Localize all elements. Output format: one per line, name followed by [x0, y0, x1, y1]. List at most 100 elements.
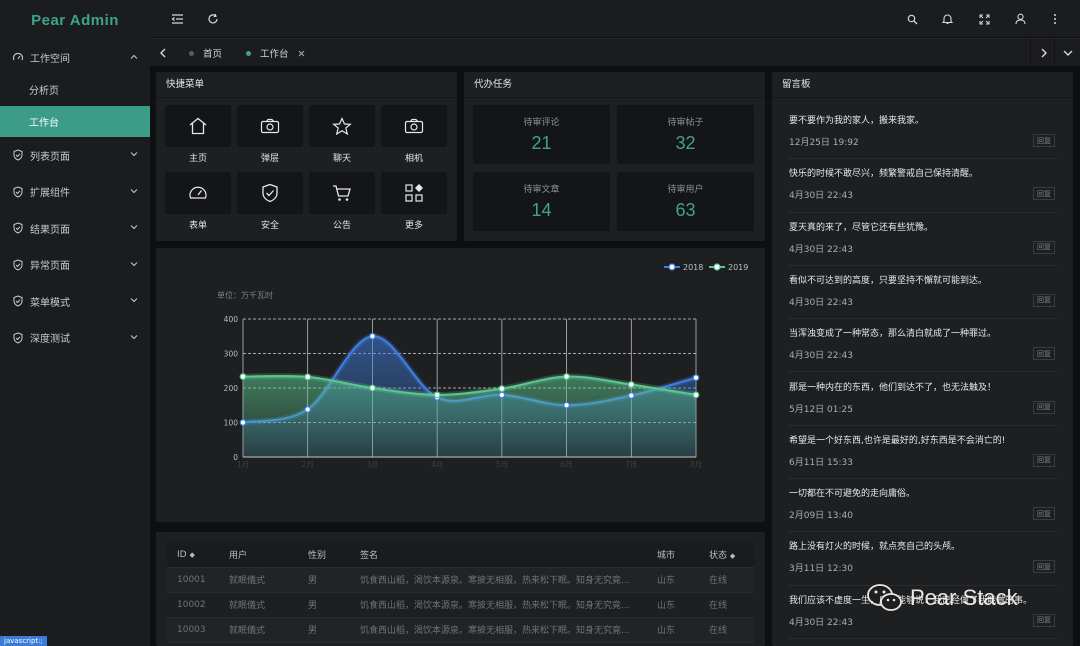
table-panel: ID ◆ 用户 性别 签名 城市 状态 ◆ 10001 就眠儀式 男 饥食西山稻…: [156, 532, 765, 646]
quick-item-home[interactable]: 主页: [165, 105, 231, 165]
reply-button[interactable]: 回复: [1033, 293, 1055, 307]
message-item: 那是一种内在的东西，他们到达不了，也无法触及！ 5月12日 01:25 回复: [787, 373, 1057, 426]
table-row[interactable]: 10001 就眠儀式 男 饥食西山稻，渴饮本源泉。寒披无相服，热来松下眠。知身无…: [167, 567, 754, 593]
message-item: 夏天真的来了，尽管它还有些犹豫。 4月30日 22:43 回复: [787, 213, 1057, 266]
column-header-user: 用户: [219, 543, 298, 568]
sidebar-item-analysis[interactable]: 分析页: [0, 74, 150, 106]
todo-count: 32: [675, 133, 696, 153]
tab-close-icon[interactable]: [298, 50, 305, 57]
cell-user: 就眠儀式: [219, 592, 298, 618]
message-text: 希望是一个好东西,也许是最好的,好东西是不会消亡的!: [789, 435, 1006, 446]
quick-item-camera[interactable]: 相机: [381, 105, 447, 165]
menu-collapse-icon[interactable]: [170, 12, 184, 26]
tab-label: 首页: [203, 49, 223, 60]
app-logo[interactable]: Pear Admin: [0, 0, 150, 40]
sidebar-item-list-pages[interactable]: 列表页面: [0, 137, 150, 174]
cell-gender: 男: [298, 617, 350, 643]
todo-card[interactable]: 待审文章 14: [473, 172, 610, 231]
reply-button[interactable]: 回复: [1033, 240, 1055, 254]
message-item: 一切都在不可避免的走向庸俗。 2月09日 13:40 回复: [787, 479, 1057, 533]
quick-item-layer[interactable]: 弹层: [237, 105, 303, 165]
chevron-down-icon: [130, 225, 138, 230]
reply-button[interactable]: 回复: [1033, 453, 1055, 467]
table-row[interactable]: 10003 就眠儀式 男 饥食西山稻，渴饮本源泉。寒披无相服，热来松下眠。知身无…: [167, 617, 754, 643]
message-text: 当浑浊变成了一种常态，那么清白就成了一种罪过。: [789, 329, 997, 340]
message-item: 看似不可达到的高度，只要坚持不懈就可能到达。 4月30日 22:43 回复: [787, 266, 1057, 320]
quick-item-label: 更多: [404, 221, 423, 231]
x-tick-label: 8月: [690, 460, 702, 469]
message-time: 4月30日 22:43: [789, 244, 853, 255]
todo-label: 待审帖子: [667, 118, 704, 128]
chart-panel: 单位：万千瓦时 0 100 200 300 400 1月 2月 3月 4月 5月 6月 7月 8月 2018…: [156, 248, 765, 522]
quick-item-more[interactable]: 更多: [381, 172, 447, 232]
sidebar-item-workbench[interactable]: 工作台: [0, 105, 150, 137]
tab-home[interactable]: 首页: [189, 39, 222, 67]
todo-card[interactable]: 待审帖子 32: [617, 105, 754, 164]
sort-icon[interactable]: ◆: [730, 552, 735, 560]
quick-menu-grid: 主页 弹层 聊天 相机 表单 安全 公告 更多: [165, 105, 447, 232]
data-point-2019: [692, 391, 700, 399]
tab-workbench[interactable]: 工作台: [246, 39, 305, 67]
chevron-right-icon: [1041, 48, 1047, 58]
sidebar-item-label: 分析页: [29, 86, 59, 98]
message-time: 5月12日 01:25: [789, 404, 853, 415]
message-item: 要不要作为我的家人，搬来我家。 12月25日 19:92 回复: [787, 106, 1057, 160]
tabs-scroll-right-button[interactable]: [1030, 39, 1056, 67]
cell-signature: 饥食西山稻，渴饮本源泉。寒披无相服，热来松下眠。知身无究竟...: [350, 617, 647, 643]
quick-item-form[interactable]: 表单: [165, 172, 231, 232]
cell-user: 就眠儀式: [219, 567, 298, 593]
bell-icon[interactable]: [940, 12, 954, 26]
todo-card[interactable]: 待审评论 21: [473, 105, 610, 164]
cell-status: 在线: [699, 592, 754, 618]
sidebar-item-extensions[interactable]: 扩展组件: [0, 174, 150, 211]
panel-title: 留言板: [772, 72, 1073, 98]
todo-count: 21: [531, 133, 552, 153]
sort-icon[interactable]: ◆: [189, 551, 194, 559]
quick-item-notice[interactable]: 公告: [309, 172, 375, 232]
sidebar-item-result-pages[interactable]: 结果页面: [0, 210, 150, 247]
message-text: 要不要作为我的家人，搬来我家。: [789, 116, 925, 126]
data-point-2019: [498, 385, 506, 393]
data-point-2018: [563, 401, 570, 409]
tab-status-dot: [189, 50, 194, 56]
x-tick-label: 6月: [560, 460, 572, 469]
more-icon[interactable]: [1048, 12, 1062, 26]
reply-button[interactable]: 回复: [1033, 400, 1055, 414]
quick-item-security[interactable]: 安全: [237, 172, 303, 232]
legend-label: 2018: [683, 263, 703, 272]
data-point-2018: [627, 392, 635, 399]
data-point-2018: [498, 391, 506, 399]
sidebar-item-menu-mode[interactable]: 菜单模式: [0, 283, 150, 320]
quick-item-label: 公告: [332, 221, 351, 231]
message-time: 2月09日 13:40: [789, 511, 853, 522]
sidebar-item-label: 扩展组件: [30, 188, 70, 200]
reply-button[interactable]: 回复: [1033, 613, 1055, 627]
chevron-down-icon: [130, 152, 138, 157]
reply-button[interactable]: 回复: [1033, 187, 1055, 201]
user-icon[interactable]: [1013, 12, 1027, 26]
data-point-2018: [304, 405, 312, 413]
quick-item-chat[interactable]: 聊天: [309, 105, 375, 165]
sidebar-item-error-pages[interactable]: 异常页面: [0, 247, 150, 284]
reply-button[interactable]: 回复: [1033, 134, 1055, 147]
search-icon[interactable]: [905, 12, 919, 26]
x-tick-label: 4月: [431, 460, 443, 469]
sidebar-item-workspace[interactable]: 工作空间: [0, 40, 150, 74]
tabs-scroll-left-button[interactable]: [150, 39, 176, 67]
todo-card[interactable]: 待审用户 63: [617, 172, 754, 231]
fullscreen-icon[interactable]: [977, 12, 991, 26]
table-row[interactable]: 10002 就眠儀式 男 饥食西山稻，渴饮本源泉。寒披无相服，热来松下眠。知身无…: [167, 592, 754, 618]
tabs-dropdown-button[interactable]: [1054, 39, 1080, 67]
column-header-status[interactable]: 状态 ◆: [699, 543, 754, 568]
refresh-icon[interactable]: [206, 12, 220, 26]
column-header-id[interactable]: ID ◆: [167, 543, 219, 568]
reply-button[interactable]: 回复: [1033, 347, 1055, 361]
message-text: 夏天真的来了，尽管它还有些犹豫。: [789, 222, 934, 233]
wechat-icon: [866, 582, 904, 614]
todo-grid: 待审评论 21 待审帖子 32 待审文章 14 待审用户 63: [473, 105, 754, 231]
reply-button[interactable]: 回复: [1033, 507, 1055, 521]
message-board-panel: 留言板 要不要作为我的家人，搬来我家。 12月25日 19:92 回复 快乐的时候不敢…: [772, 72, 1073, 646]
sidebar: Pear Admin 工作空间 分析页 工作台 列表页面 扩展组件 结果页面 异…: [0, 0, 150, 646]
sidebar-item-deep-test[interactable]: 深度测试: [0, 320, 150, 357]
reply-button[interactable]: 回复: [1033, 560, 1055, 574]
